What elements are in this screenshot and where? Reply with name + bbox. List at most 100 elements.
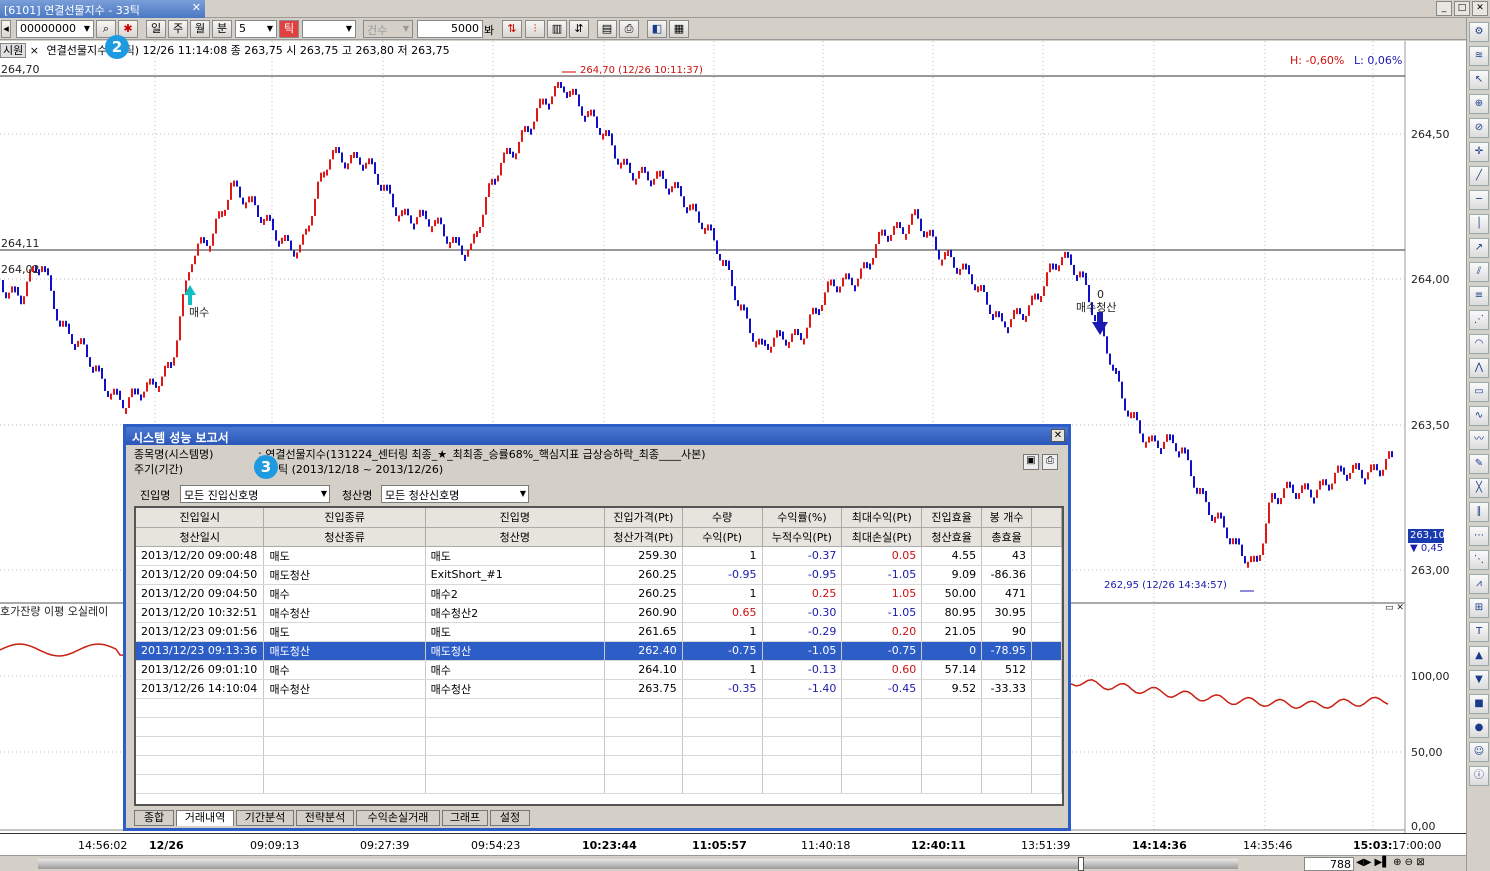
column-header[interactable]: 청산가격(Pt): [604, 527, 683, 547]
tab-profit-loss[interactable]: 수익손실거래: [356, 810, 440, 826]
period-minute-button[interactable]: 분: [212, 20, 232, 38]
close-icon[interactable]: ✕: [192, 1, 201, 14]
table-row[interactable]: 2013/12/23 09:01:56 매도 매도 261.65 1 -0.29 0.20 2…: [136, 621, 1062, 642]
cycle-icon[interactable]: ∿: [1469, 406, 1489, 426]
tab-settings[interactable]: 설정: [490, 810, 530, 826]
column-header[interactable]: 진입효율: [921, 508, 983, 528]
entry-filter-select[interactable]: 모든 진입신호명 ▼: [180, 485, 330, 503]
regression-icon[interactable]: ⋱: [1469, 550, 1489, 570]
column-header[interactable]: 누적수익(Pt): [762, 527, 843, 547]
period-week-button[interactable]: 주: [168, 20, 188, 38]
print-icon[interactable]: ⎙: [619, 20, 639, 38]
column-header[interactable]: 수익률(%): [762, 508, 843, 528]
trend-line-icon[interactable]: ╱: [1469, 166, 1489, 186]
updown-icon[interactable]: ⇵: [569, 20, 589, 38]
column-header[interactable]: 청산종류: [263, 527, 426, 547]
dialog-title-bar[interactable]: 시스템 성능 보고서 ✕: [126, 427, 1068, 445]
arrow-down-icon[interactable]: ▼: [1469, 670, 1489, 690]
column-header[interactable]: 최대손실(Pt): [841, 527, 923, 547]
candle-icon[interactable]: ⇅: [502, 20, 522, 38]
channel-icon[interactable]: ⫽: [1469, 262, 1489, 282]
andrews-icon[interactable]: ⩘: [1469, 574, 1489, 594]
count-input[interactable]: 5000: [417, 20, 483, 38]
scroll-left-icon[interactable]: ◂: [1, 20, 11, 38]
pointer-icon[interactable]: ↖: [1469, 70, 1489, 90]
table-row[interactable]: 2013/12/20 09:04:50 매수 매수2 260.25 1 0.25 1.05 5…: [136, 583, 1062, 604]
tab-summary[interactable]: 종합: [134, 810, 174, 826]
trade-table[interactable]: 진입일시 진입종류 진입명 진입가격(Pt) 수량 수익률(%) 최대수익(Pt) 진입효율 봉…: [134, 506, 1064, 806]
column-header[interactable]: 청산명: [425, 527, 605, 547]
scroll-count[interactable]: 788: [1304, 857, 1354, 871]
table-row[interactable]: 2013/12/20 09:04:50 매도청산 ExitShort_#1 260.2…: [136, 565, 1062, 585]
column-header[interactable]: 봉 개수: [981, 508, 1033, 528]
pencil-icon[interactable]: ✎: [1469, 454, 1489, 474]
code-input[interactable]: 00000000 ▼: [16, 20, 94, 38]
volume-icon[interactable]: ▥: [547, 20, 567, 38]
tick-select[interactable]: ▼: [302, 20, 356, 38]
table-row[interactable]: 2013/12/20 09:00:48 매도 매도 259.30 1 -0.37 0.05 4…: [136, 546, 1062, 566]
table-row[interactable]: 2013/12/23 09:13:36 매도청산 매도청산 262.40 -0.75 -1…: [136, 641, 1062, 661]
document-tab[interactable]: [6101] 연결선물지수 - 33틱 ✕: [0, 0, 205, 18]
scroll-controls[interactable]: ◀▶ ▶▌ ⊕ ⊖ ⊠: [1356, 857, 1425, 868]
close-button[interactable]: ✕: [1472, 1, 1488, 16]
save-icon[interactable]: ▣: [1023, 454, 1039, 470]
scroll-track[interactable]: [38, 859, 1238, 869]
print-icon[interactable]: ⎙: [1042, 454, 1058, 470]
info-icon[interactable]: ⓘ: [1469, 766, 1489, 786]
crosshair-icon[interactable]: ✛: [1469, 142, 1489, 162]
text-icon[interactable]: T: [1469, 622, 1489, 642]
gann-icon[interactable]: ⋰: [1469, 310, 1489, 330]
bar-chart-icon[interactable]: ⫶: [525, 20, 545, 38]
cross-line-icon[interactable]: ╳: [1469, 478, 1489, 498]
fan-icon[interactable]: ⋀: [1469, 358, 1489, 378]
square-icon[interactable]: ■: [1469, 694, 1489, 714]
chart-type-icon[interactable]: ≋: [1469, 46, 1489, 66]
pane-controls[interactable]: ▭ ✕: [1385, 603, 1404, 613]
settings-icon[interactable]: ⚙: [1469, 22, 1489, 42]
count-mode-select[interactable]: 건수 ▼: [363, 20, 413, 38]
grid-icon[interactable]: ▦: [669, 20, 689, 38]
wave-icon[interactable]: 〰: [1469, 430, 1489, 450]
column-header[interactable]: 청산효율: [921, 527, 983, 547]
close-icon[interactable]: ×: [30, 44, 39, 57]
column-header[interactable]: 총효율: [981, 527, 1033, 547]
arrow-up-icon[interactable]: ▲: [1469, 646, 1489, 666]
maximize-button[interactable]: □: [1454, 1, 1470, 16]
tab-strategy[interactable]: 전략분석: [296, 810, 354, 826]
zoom-icon[interactable]: ⊕: [1469, 94, 1489, 114]
tab-graph[interactable]: 그래프: [442, 810, 488, 826]
period-tick-button[interactable]: 틱: [279, 20, 299, 38]
close-icon[interactable]: ✕: [1051, 429, 1065, 442]
vertical-line-icon[interactable]: │: [1469, 214, 1489, 234]
column-header[interactable]: 진입종류: [263, 508, 426, 528]
tab-period[interactable]: 기간분석: [236, 810, 294, 826]
quadrant-icon[interactable]: ⊞: [1469, 598, 1489, 618]
circle-icon[interactable]: ●: [1469, 718, 1489, 738]
speed-line-icon[interactable]: ⋯: [1469, 526, 1489, 546]
table-row[interactable]: 2013/12/26 09:01:10 매수 매수 264.10 1 -0.13 0.60 5…: [136, 659, 1062, 680]
scroll-thumb[interactable]: [1078, 857, 1084, 871]
layout-icon[interactable]: ◧: [647, 20, 667, 38]
parallel-icon[interactable]: ∥: [1469, 502, 1489, 522]
minimize-button[interactable]: _: [1436, 1, 1452, 16]
arc-icon[interactable]: ◠: [1469, 334, 1489, 354]
column-header[interactable]: 수량: [682, 508, 763, 528]
column-header[interactable]: 청산일시: [136, 527, 265, 547]
fibonacci-icon[interactable]: ≡: [1469, 286, 1489, 306]
exit-filter-select[interactable]: 모든 청산신호명 ▼: [381, 485, 529, 503]
ray-icon[interactable]: ↗: [1469, 238, 1489, 258]
table-row[interactable]: 2013/12/20 10:32:51 매수청산 매수청산2 260.90 0.65 -0…: [136, 603, 1062, 623]
magnet-icon[interactable]: ⊘: [1469, 118, 1489, 138]
rectangle-icon[interactable]: ▭: [1469, 382, 1489, 402]
mode-label[interactable]: 시원: [0, 43, 27, 58]
column-header[interactable]: 진입명: [425, 508, 605, 528]
column-header[interactable]: 수익(Pt): [682, 527, 763, 547]
period-day-button[interactable]: 일: [146, 20, 166, 38]
smile-icon[interactable]: ☺: [1469, 742, 1489, 762]
tab-trades[interactable]: 거래내역: [176, 810, 234, 826]
interval-select[interactable]: 5 ▼: [235, 20, 277, 38]
horizontal-line-icon[interactable]: ─: [1469, 190, 1489, 210]
column-header[interactable]: 최대수익(Pt): [841, 508, 923, 528]
document-icon[interactable]: ▤: [597, 20, 617, 38]
chart-scrollbar[interactable]: 788 ◀▶ ▶▌ ⊕ ⊖ ⊠: [0, 855, 1466, 871]
